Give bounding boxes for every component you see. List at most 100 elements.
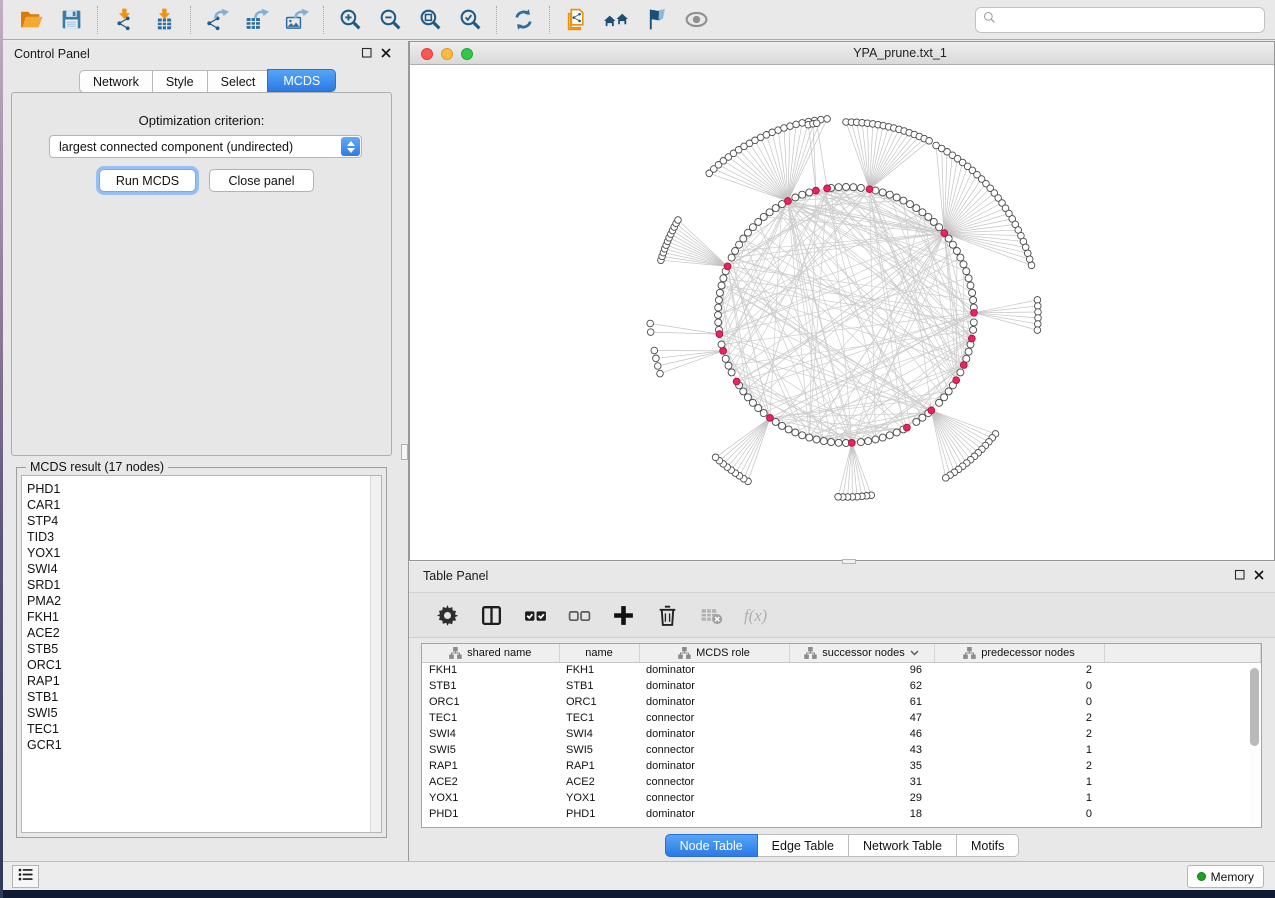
minimize-window-icon[interactable] [441, 48, 453, 60]
table-tabs: Node TableEdge TableNetwork TableMotifs [409, 834, 1275, 857]
network-window-title: YPA_prune.txt_1 [468, 46, 1275, 60]
mcds-node-item[interactable]: STB5 [27, 641, 381, 657]
table-toolbar: f(x) [409, 592, 1275, 638]
zoom-in-icon[interactable] [333, 5, 367, 35]
float-panel-icon[interactable] [361, 46, 373, 64]
tab-network[interactable]: Network [79, 70, 153, 93]
hide-selected-icon[interactable] [639, 5, 673, 35]
mcds-node-item[interactable]: TID3 [27, 529, 381, 545]
mcds-node-item[interactable]: YOX1 [27, 545, 381, 561]
open-file-icon[interactable] [14, 5, 48, 35]
search-box[interactable] [975, 7, 1265, 33]
search-input[interactable] [998, 13, 1258, 27]
task-history-button[interactable] [12, 865, 39, 888]
zoom-selected-icon[interactable] [453, 5, 487, 35]
mcds-node-item[interactable]: SWI4 [27, 561, 381, 577]
status-bar: Memory [3, 861, 1275, 890]
export-network-icon[interactable] [200, 5, 234, 35]
tab-network-table[interactable]: Network Table [849, 834, 957, 857]
settings-gear-icon[interactable] [430, 600, 464, 630]
list-icon [17, 866, 34, 888]
show-all-icon[interactable] [679, 5, 713, 35]
import-network-icon[interactable] [107, 5, 141, 35]
table-scrollbar-thumb[interactable] [1250, 668, 1259, 746]
mcds-node-item[interactable]: SWI5 [27, 705, 381, 721]
mcds-node-item[interactable]: SRD1 [27, 577, 381, 593]
import-table-icon[interactable] [147, 5, 181, 35]
tab-motifs[interactable]: Motifs [957, 834, 1019, 857]
table-row[interactable]: ACE2ACE2connector311 [422, 774, 1261, 790]
save-session-icon[interactable] [54, 5, 88, 35]
mcds-node-item[interactable]: TEC1 [27, 721, 381, 737]
mcds-node-item[interactable]: GCR1 [27, 737, 381, 753]
mcds-list-scrollbar[interactable] [370, 476, 381, 832]
table-row[interactable]: SWI5SWI5connector431 [422, 742, 1261, 758]
mcds-node-item[interactable]: PHD1 [27, 481, 381, 497]
column-header[interactable]: successor nodes [789, 644, 934, 662]
columns-icon[interactable] [474, 600, 508, 630]
mcds-node-item[interactable]: CAR1 [27, 497, 381, 513]
close-panel-icon[interactable] [380, 46, 392, 64]
close-panel-icon[interactable] [1253, 568, 1265, 586]
mcds-node-item[interactable]: ORC1 [27, 657, 381, 673]
mcds-node-item[interactable]: ACE2 [27, 625, 381, 641]
memory-label: Memory [1211, 870, 1254, 884]
mcds-node-item[interactable]: STP4 [27, 513, 381, 529]
vertical-splitter[interactable] [400, 41, 409, 861]
first-neighbors-icon[interactable] [599, 5, 633, 35]
table-row[interactable]: PHD1PHD1dominator180 [422, 806, 1261, 822]
mcds-result-list[interactable]: PHD1CAR1STP4TID3YOX1SWI4SRD1PMA2FKH1ACE2… [21, 475, 382, 833]
add-row-icon[interactable] [606, 600, 640, 630]
zoom-fit-icon[interactable] [413, 5, 447, 35]
export-image-icon[interactable] [280, 5, 314, 35]
run-mcds-button[interactable]: Run MCDS [99, 169, 196, 192]
tab-node-table[interactable]: Node Table [665, 834, 758, 857]
column-header[interactable]: predecessor nodes [934, 644, 1104, 662]
float-panel-icon[interactable] [1234, 568, 1246, 586]
criterion-dropdown[interactable]: largest connected component (undirected) [49, 135, 362, 158]
delete-row-icon[interactable] [650, 600, 684, 630]
column-header[interactable]: shared name [422, 644, 559, 662]
splitter-handle[interactable] [401, 444, 408, 460]
control-panel-header: Control Panel [3, 41, 400, 67]
delete-table-icon [694, 600, 728, 630]
dropdown-stepper-icon [341, 137, 360, 156]
network-from-selection-icon[interactable] [559, 5, 593, 35]
column-header[interactable]: name [559, 644, 639, 662]
table-panel-title: Table Panel [423, 569, 488, 583]
table-row[interactable]: ORC1ORC1dominator610 [422, 694, 1261, 710]
network-graph[interactable] [410, 65, 1274, 560]
network-window-titlebar[interactable]: YPA_prune.txt_1 [410, 42, 1274, 65]
tab-select[interactable]: Select [208, 70, 270, 93]
memory-button[interactable]: Memory [1187, 865, 1264, 888]
deselect-all-icon[interactable] [562, 600, 596, 630]
tab-style[interactable]: Style [153, 70, 208, 93]
table-row[interactable]: YOX1YOX1connector291 [422, 790, 1261, 806]
horizontal-splitter-handle[interactable] [842, 559, 856, 564]
refresh-view-icon[interactable] [506, 5, 540, 35]
select-all-icon[interactable] [518, 600, 552, 630]
toolbar-separator [190, 6, 191, 34]
mcds-node-item[interactable]: STB1 [27, 689, 381, 705]
tab-edge-table[interactable]: Edge Table [758, 834, 849, 857]
close-window-icon[interactable] [421, 48, 433, 60]
table-row[interactable]: RAP1RAP1dominator352 [422, 758, 1261, 774]
node-table[interactable]: shared namenameMCDS rolesuccessor nodesp… [421, 643, 1262, 828]
network-canvas[interactable] [410, 65, 1274, 560]
export-table-icon[interactable] [240, 5, 274, 35]
mcds-node-item[interactable]: FKH1 [27, 609, 381, 625]
table-row[interactable]: SWI4SWI4dominator462 [422, 726, 1261, 742]
table-row[interactable]: STB1STB1dominator620 [422, 678, 1261, 694]
table-row[interactable]: TEC1TEC1connector472 [422, 710, 1261, 726]
mcds-node-item[interactable]: PMA2 [27, 593, 381, 609]
optimization-criterion-label: Optimization criterion: [12, 113, 391, 128]
toolbar-separator [549, 6, 550, 34]
close-panel-button[interactable]: Close panel [209, 169, 314, 192]
mcds-node-item[interactable]: RAP1 [27, 673, 381, 689]
zoom-out-icon[interactable] [373, 5, 407, 35]
table-row[interactable]: FKH1FKH1dominator962 [422, 662, 1261, 678]
control-panel-title: Control Panel [14, 47, 90, 61]
table-scrollbar[interactable] [1249, 664, 1260, 825]
tab-mcds[interactable]: MCDS [267, 69, 336, 92]
column-header[interactable]: MCDS role [639, 644, 789, 662]
